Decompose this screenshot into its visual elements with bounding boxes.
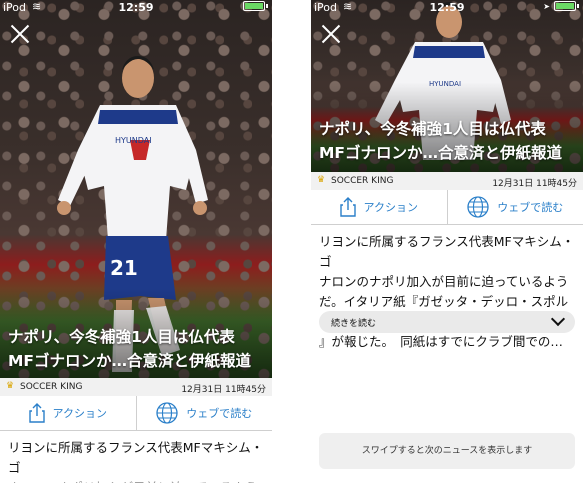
svg-text:HYUNDAI: HYUNDAI bbox=[115, 136, 152, 145]
hero-image: HYUNDAI 21 ナポリ、今冬補強1人目は仏代表 MFゴナロンか…合意済と伊… bbox=[0, 0, 272, 378]
share-icon bbox=[28, 403, 45, 423]
status-time: 12:59 bbox=[118, 1, 154, 14]
headline-line-2: MFゴナロンか…合意済と伊紙報道 bbox=[8, 352, 252, 370]
action-bar: アクション ウェブで読む bbox=[311, 190, 583, 225]
chevron-down-icon bbox=[550, 311, 566, 327]
action-bar: アクション ウェブで読む bbox=[0, 396, 272, 431]
battery-icon bbox=[243, 1, 265, 11]
close-icon[interactable] bbox=[10, 24, 30, 44]
headline-line-2: MFゴナロンか…合意済と伊紙報道 bbox=[319, 144, 563, 162]
body-line-2: ナロンのナポリ加入が目前に迫っているよう bbox=[8, 478, 264, 483]
headline-line-1: ナポリ、今冬補強1人目は仏代表 bbox=[8, 328, 235, 346]
web-read-button[interactable]: ウェブで読む bbox=[135, 396, 273, 430]
share-icon bbox=[339, 197, 356, 217]
jersey-number: 21 bbox=[110, 256, 138, 280]
read-more-button[interactable]: 続きを読む bbox=[319, 311, 575, 333]
article-body: リヨンに所属するフランス代表MFマキシム・ゴ ナロンのナポリ加入が目前に迫ってい… bbox=[8, 438, 264, 483]
article-body: リヨンに所属するフランス代表MFマキシム・ゴ ナロンのナポリ加入が目前に迫ってい… bbox=[319, 232, 575, 352]
web-read-button-label: ウェブで読む bbox=[186, 407, 253, 420]
status-bar: iPod ≋ 12:59 bbox=[0, 0, 272, 16]
swipe-hint-text: スワイプすると次のニュースを表示します bbox=[361, 446, 533, 456]
headline: ナポリ、今冬補強1人目は仏代表 MFゴナロンか…合意済と伊紙報道 bbox=[8, 325, 266, 373]
close-icon[interactable] bbox=[321, 24, 341, 44]
share-button[interactable]: アクション bbox=[311, 190, 447, 224]
location-icon: ➤ bbox=[543, 1, 550, 11]
body-line-4: 』が報じた。 同紙はすでにクラブ間での… bbox=[319, 334, 563, 349]
globe-icon bbox=[156, 402, 178, 424]
status-bar: iPod ≋ 12:59 ➤ bbox=[311, 0, 583, 16]
source-label: SOCCER KING bbox=[331, 176, 394, 186]
web-read-button[interactable]: ウェブで読む bbox=[446, 190, 583, 224]
source-label: SOCCER KING bbox=[20, 382, 83, 392]
hero-image: HYUNDAI ナポリ、今冬補強1人目は仏代表 MFゴナロンか…合意済と伊紙報道 bbox=[311, 0, 583, 172]
phone-screen-right: HYUNDAI ナポリ、今冬補強1人目は仏代表 MFゴナロンか…合意済と伊紙報道… bbox=[311, 0, 583, 483]
crown-icon: ♛ bbox=[6, 381, 15, 391]
date-label: 12月31日 11時45分 bbox=[492, 179, 577, 189]
share-button-label: アクション bbox=[363, 201, 418, 214]
headline: ナポリ、今冬補強1人目は仏代表 MFゴナロンか…合意済と伊紙報道 bbox=[319, 117, 577, 165]
share-button-label: アクション bbox=[52, 407, 107, 420]
crown-icon: ♛ bbox=[317, 175, 326, 185]
globe-icon bbox=[467, 196, 489, 218]
read-more-label: 続きを読む bbox=[331, 319, 377, 329]
battery-icon bbox=[554, 1, 576, 11]
web-read-button-label: ウェブで読む bbox=[497, 201, 564, 214]
share-button[interactable]: アクション bbox=[0, 396, 136, 430]
phone-screen-left: HYUNDAI 21 ナポリ、今冬補強1人目は仏代表 MFゴナロンか…合意済と伊… bbox=[0, 0, 272, 483]
body-line-2: ナロンのナポリ加入が目前に迫っているよう bbox=[319, 274, 569, 289]
date-label: 12月31日 11時45分 bbox=[181, 385, 266, 395]
article-meta: ♛ SOCCER KING 12月31日 11時45分 bbox=[0, 378, 272, 397]
status-time: 12:59 bbox=[429, 1, 465, 14]
body-line-1: リヨンに所属するフランス代表MFマキシム・ゴ bbox=[8, 440, 264, 475]
body-line-1: リヨンに所属するフランス代表MFマキシム・ゴ bbox=[319, 234, 575, 269]
article-meta: ♛ SOCCER KING 12月31日 11時45分 bbox=[311, 172, 583, 191]
swipe-hint: スワイプすると次のニュースを表示します bbox=[319, 433, 575, 469]
headline-line-1: ナポリ、今冬補強1人目は仏代表 bbox=[319, 120, 546, 138]
